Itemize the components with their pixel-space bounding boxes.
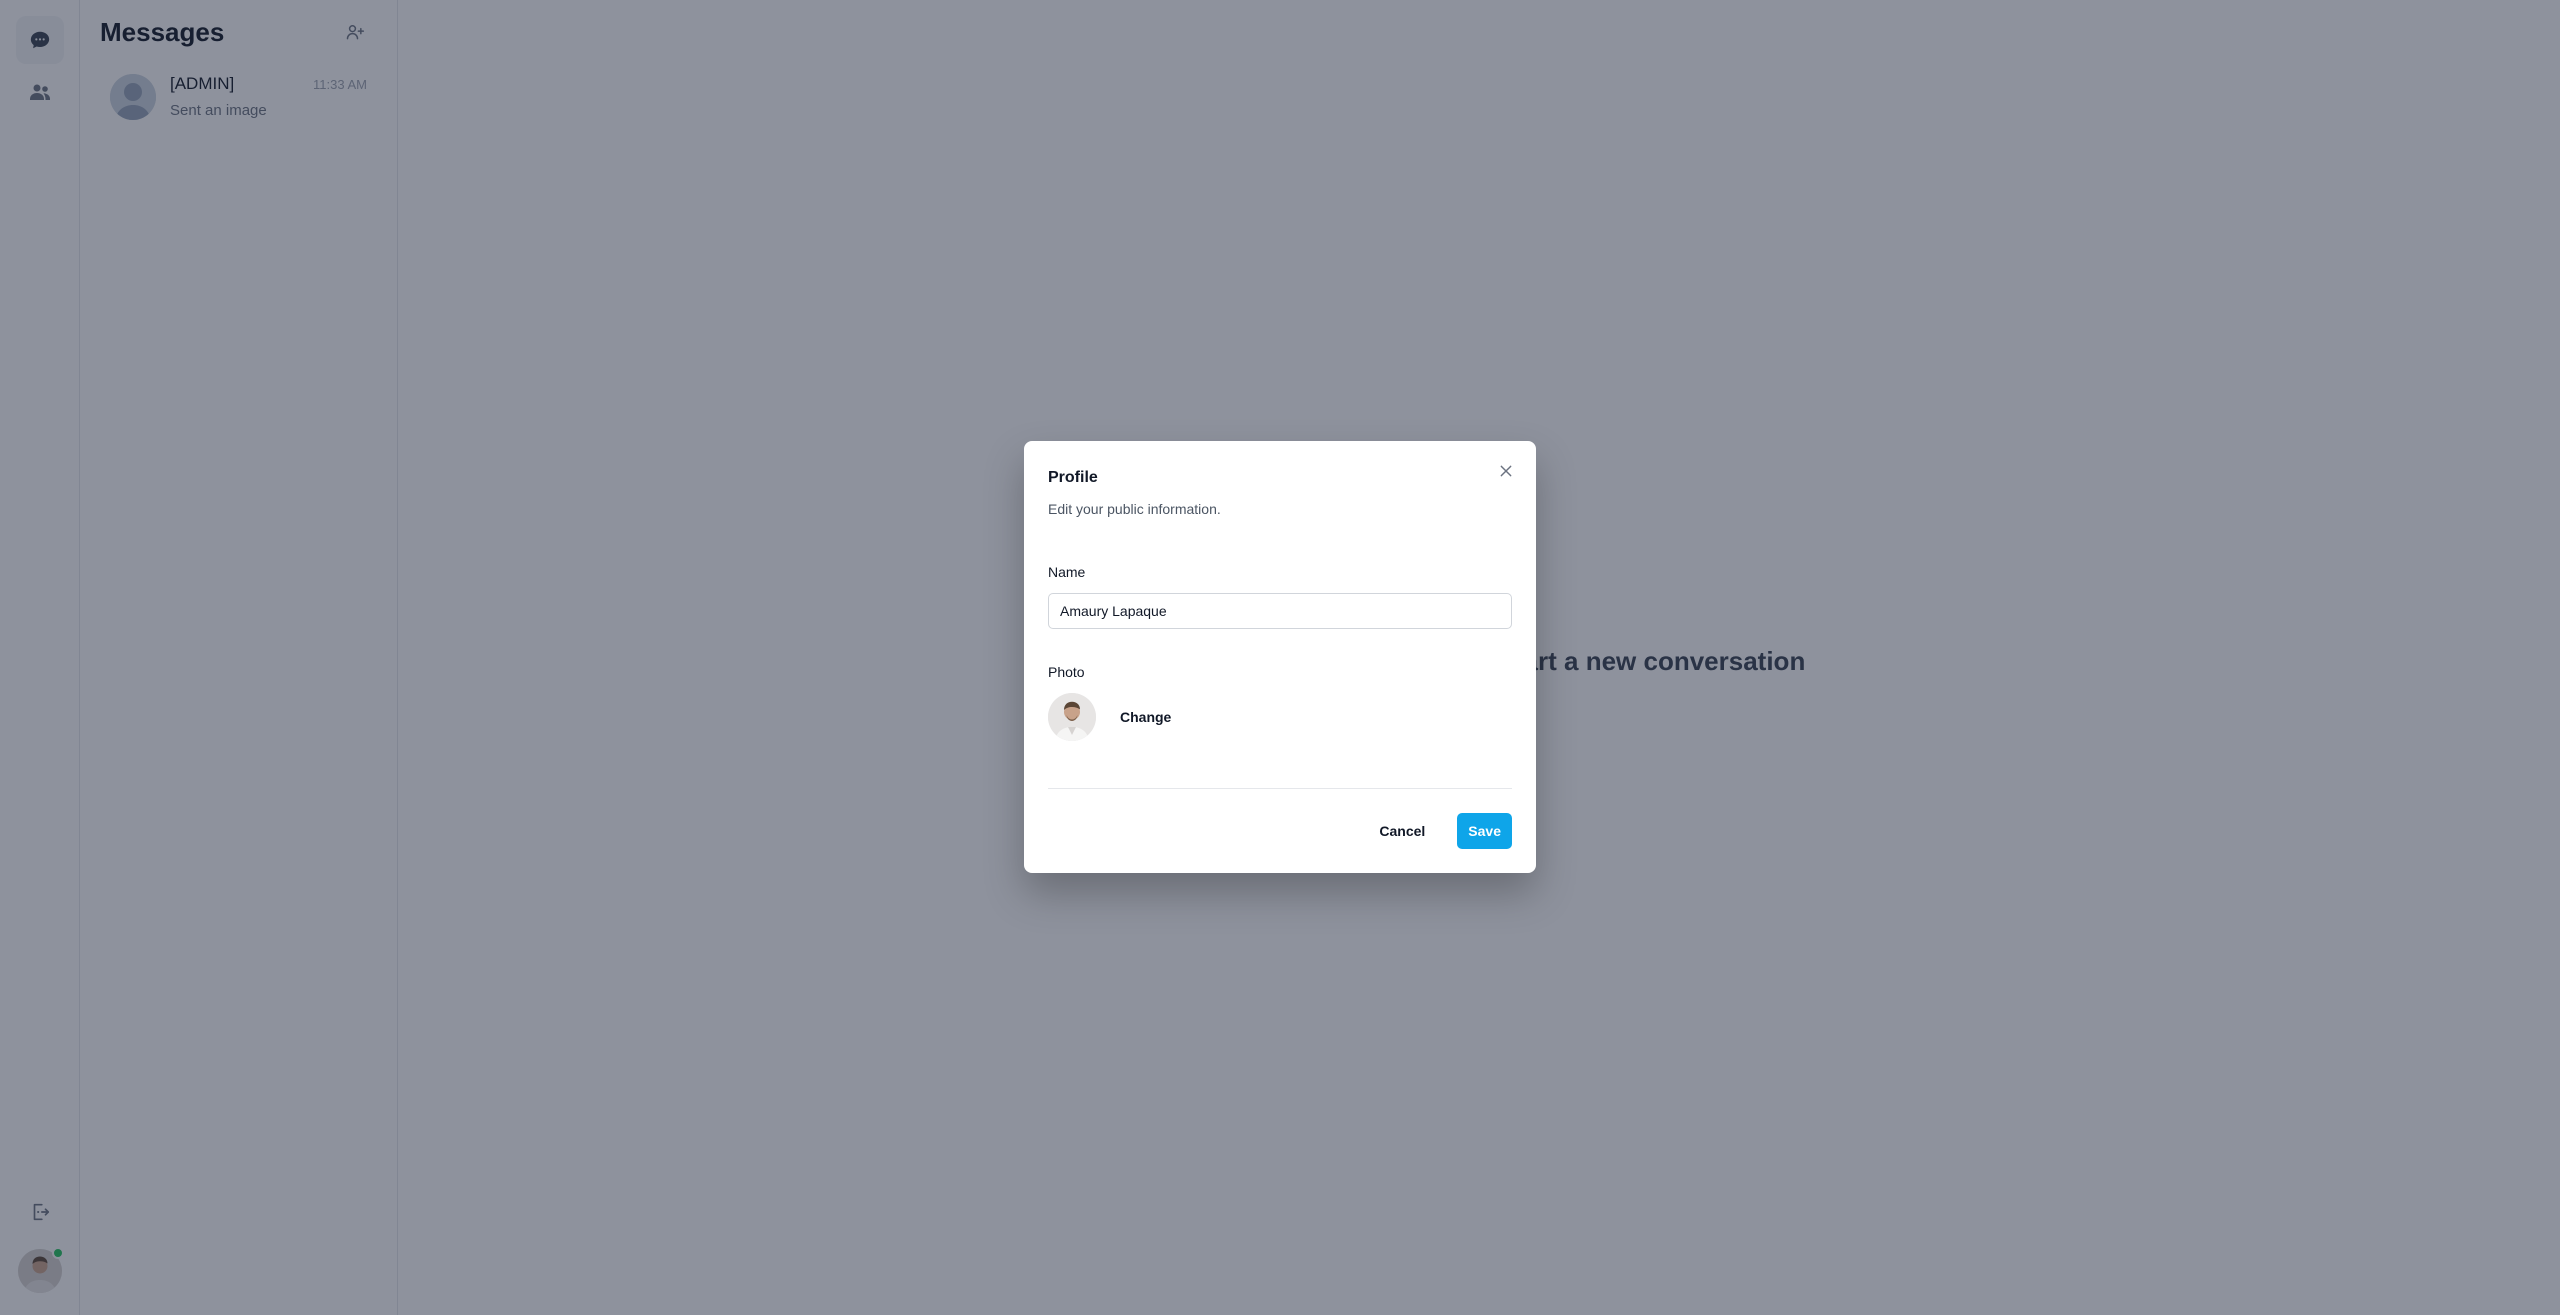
app-root: Messages [ADMIN] 11:33 AM Sen xyxy=(0,0,2560,1315)
photo-label: Photo xyxy=(1048,664,1085,680)
cancel-button[interactable]: Cancel xyxy=(1367,815,1437,847)
change-photo-button[interactable]: Change xyxy=(1120,703,1172,731)
modal-title: Profile xyxy=(1048,469,1098,486)
modal-subtitle: Edit your public information. xyxy=(1048,501,1221,517)
profile-photo xyxy=(1048,693,1096,741)
modal-divider xyxy=(1048,788,1512,789)
name-label: Name xyxy=(1048,564,1086,580)
name-input[interactable] xyxy=(1048,593,1512,629)
save-button[interactable]: Save xyxy=(1457,813,1512,849)
photo-row: Change xyxy=(1048,693,1172,741)
close-icon xyxy=(1500,465,1512,477)
modal-actions: Cancel Save xyxy=(1367,813,1512,849)
profile-modal: Profile Edit your public information. Na… xyxy=(1024,441,1536,873)
close-button[interactable] xyxy=(1492,457,1520,485)
